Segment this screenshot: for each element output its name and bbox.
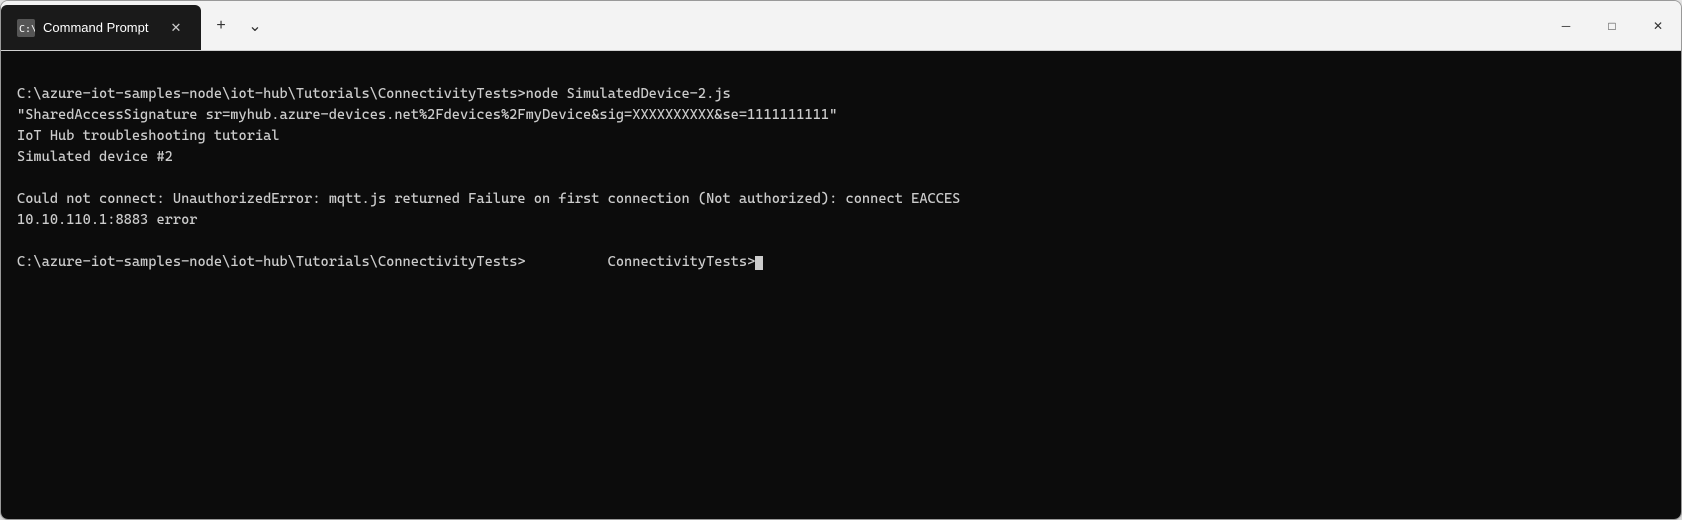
terminal-line: Could not connect: UnauthorizedError: mq…: [17, 189, 1665, 210]
terminal-prompt-line: C:\azure-iot-samples-node\iot-hub\Tutori…: [17, 252, 1665, 273]
terminal-line: [17, 231, 1665, 252]
new-tab-button[interactable]: +: [205, 10, 237, 42]
minimize-button[interactable]: ─: [1543, 1, 1589, 51]
terminal-line: 10.10.110.1:8883 error: [17, 210, 1665, 231]
tab-area: C:\ Command Prompt ✕ + ⌄: [1, 1, 1543, 50]
maximize-button[interactable]: □: [1589, 1, 1635, 51]
titlebar: C:\ Command Prompt ✕ + ⌄ ─ □ ✕: [1, 1, 1681, 51]
terminal-line: [17, 168, 1665, 189]
cmd-icon: C:\: [17, 19, 35, 37]
tab-controls: + ⌄: [201, 1, 275, 50]
tab-dropdown-button[interactable]: ⌄: [239, 10, 271, 42]
close-button[interactable]: ✕: [1635, 1, 1681, 51]
terminal-line: "SharedAccessSignature sr=myhub.azure-de…: [17, 105, 1665, 126]
terminal-window: C:\ Command Prompt ✕ + ⌄ ─ □ ✕ C:\azure-…: [0, 0, 1682, 520]
terminal-line: C:\azure-iot-samples-node\iot-hub\Tutori…: [17, 84, 1665, 105]
terminal-line: [17, 63, 1665, 84]
tab-title: Command Prompt: [43, 20, 159, 35]
terminal-output[interactable]: C:\azure-iot-samples-node\iot-hub\Tutori…: [1, 51, 1681, 519]
window-controls: ─ □ ✕: [1543, 1, 1681, 50]
active-tab[interactable]: C:\ Command Prompt ✕: [1, 5, 201, 50]
terminal-line: Simulated device #2: [17, 147, 1665, 168]
terminal-line: IoT Hub troubleshooting tutorial: [17, 126, 1665, 147]
cursor: [755, 256, 763, 270]
tab-close-button[interactable]: ✕: [167, 19, 185, 37]
svg-text:C:\: C:\: [19, 24, 35, 35]
